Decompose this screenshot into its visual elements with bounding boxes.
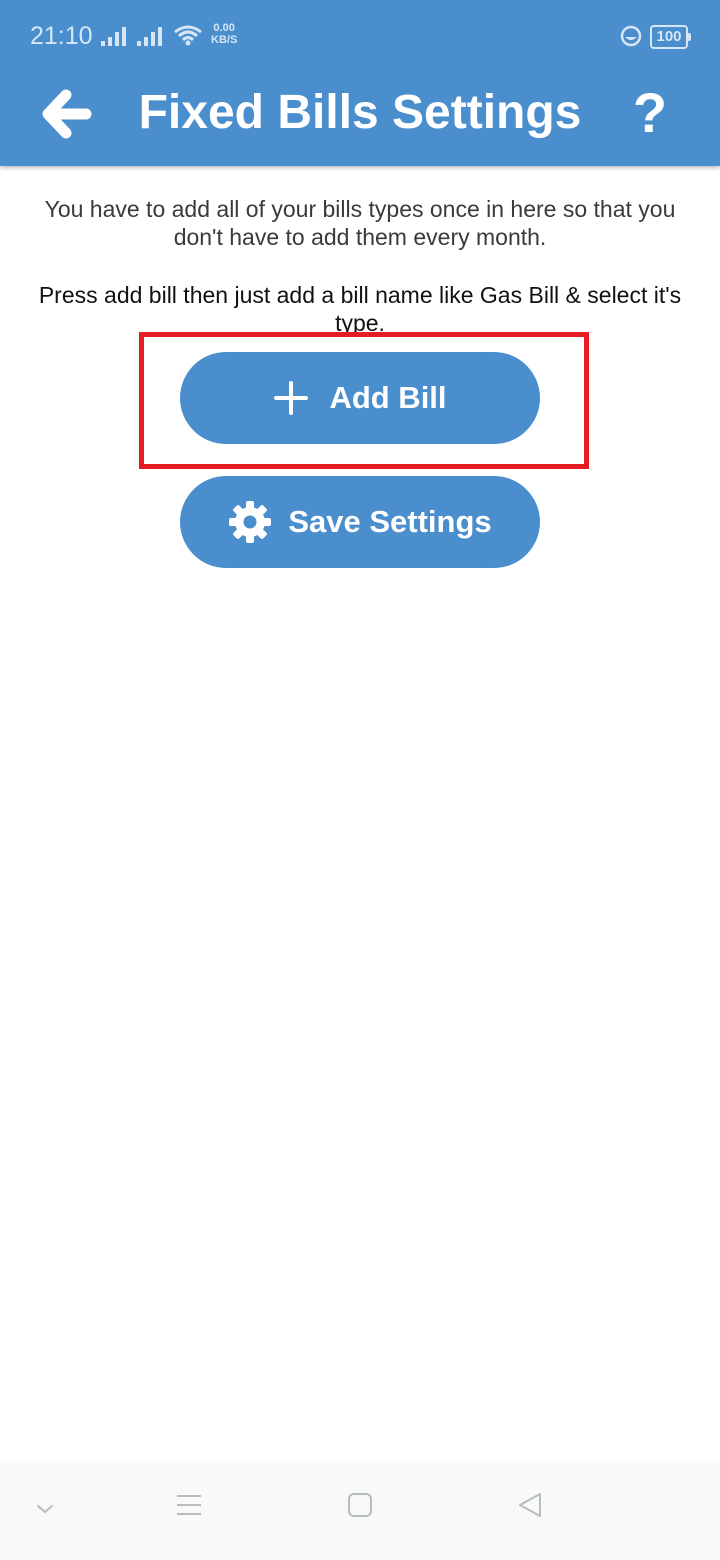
- status-bar: 21:10 0.00 KB/S 100: [0, 0, 720, 72]
- gear-icon: [229, 501, 272, 543]
- signal-icon: [137, 26, 162, 46]
- net-speed: 0.00 KB/S: [211, 22, 238, 46]
- signal-icon: [101, 26, 126, 46]
- app-bar: 21:10 0.00 KB/S 100 Fixed Bills Settings…: [0, 0, 720, 166]
- help-button[interactable]: ?: [628, 80, 672, 146]
- home-icon[interactable]: [346, 1491, 374, 1519]
- eye-comfort-icon: [620, 25, 642, 47]
- battery-icon: 100: [650, 25, 691, 49]
- save-settings-button[interactable]: Save Settings: [180, 476, 540, 568]
- back-arrow-icon[interactable]: [38, 85, 96, 143]
- highlight-box: [139, 332, 589, 469]
- instruction-text: Press add bill then just add a bill name…: [38, 282, 682, 336]
- back-icon[interactable]: [516, 1491, 544, 1519]
- menu-icon[interactable]: [175, 1491, 203, 1519]
- status-time: 21:10: [30, 22, 93, 50]
- save-settings-label: Save Settings: [288, 504, 492, 539]
- collapse-icon[interactable]: [34, 1501, 56, 1517]
- wifi-icon: [174, 25, 202, 46]
- page-title: Fixed Bills Settings: [138, 86, 582, 139]
- intro-text: You have to add all of your bills types …: [44, 196, 676, 250]
- system-nav-bar: [0, 1463, 720, 1560]
